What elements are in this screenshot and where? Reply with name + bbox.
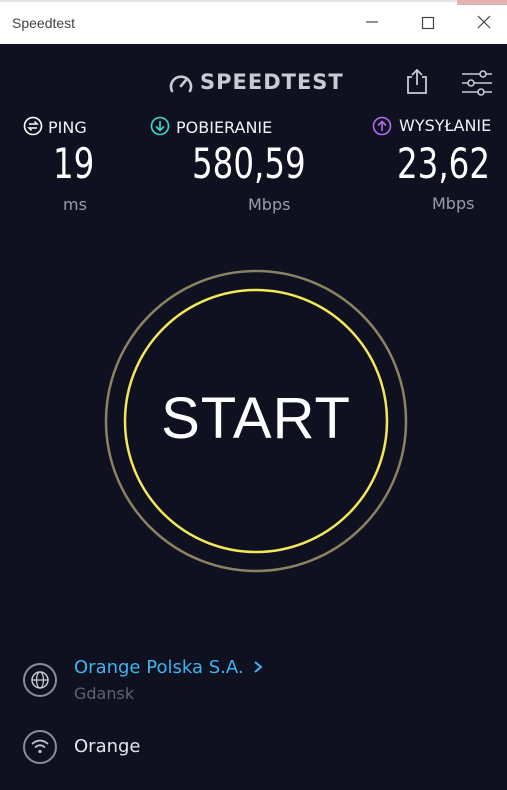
settings-button[interactable] bbox=[461, 70, 493, 96]
download-unit: Mbps bbox=[248, 195, 291, 214]
ping-label: PING bbox=[48, 118, 87, 137]
upload-arrow-icon bbox=[372, 116, 392, 136]
server-isp-name: Orange Polska S.A. bbox=[74, 657, 244, 678]
titlebar-top-edge bbox=[0, 0, 457, 2]
logo-text: SPEEDTEST bbox=[200, 70, 344, 94]
minimize-icon bbox=[366, 21, 378, 23]
close-icon bbox=[477, 15, 491, 29]
upload-unit: Mbps bbox=[432, 194, 475, 213]
gauge-logo-icon bbox=[169, 75, 193, 93]
chevron-right-icon bbox=[254, 661, 263, 673]
maximize-icon bbox=[421, 16, 435, 30]
server-location: Gdansk bbox=[74, 684, 135, 703]
start-button[interactable]: START bbox=[104, 269, 408, 573]
upload-value: 23,62 bbox=[397, 139, 491, 188]
window-titlebar: Speedtest bbox=[0, 0, 507, 44]
share-icon bbox=[407, 68, 427, 94]
upload-label: WYSYŁANIE bbox=[399, 116, 492, 135]
globe-icon bbox=[31, 671, 49, 689]
start-label: START bbox=[161, 386, 351, 451]
settings-sliders-icon bbox=[462, 70, 492, 96]
download-arrow-icon bbox=[150, 116, 170, 136]
maximize-button[interactable] bbox=[408, 9, 448, 35]
wifi-icon bbox=[31, 739, 49, 754]
download-label: POBIERANIE bbox=[176, 118, 273, 137]
speedtest-logo: SPEEDTEST bbox=[168, 68, 348, 100]
minimize-button[interactable] bbox=[352, 9, 392, 35]
ping-icon bbox=[23, 116, 43, 136]
connection-wifi-button[interactable] bbox=[23, 730, 57, 764]
share-button[interactable] bbox=[404, 68, 430, 96]
titlebar-top-edge-accent bbox=[457, 0, 507, 5]
connection-name: Orange bbox=[74, 736, 141, 757]
server-isp-link[interactable]: Orange Polska S.A. bbox=[74, 657, 264, 678]
window-title: Speedtest bbox=[12, 15, 76, 31]
download-value: 580,59 bbox=[192, 139, 306, 188]
ping-value: 19 bbox=[53, 139, 95, 188]
close-button[interactable] bbox=[464, 9, 504, 35]
server-globe-button[interactable] bbox=[23, 663, 57, 697]
ping-unit: ms bbox=[63, 195, 87, 214]
